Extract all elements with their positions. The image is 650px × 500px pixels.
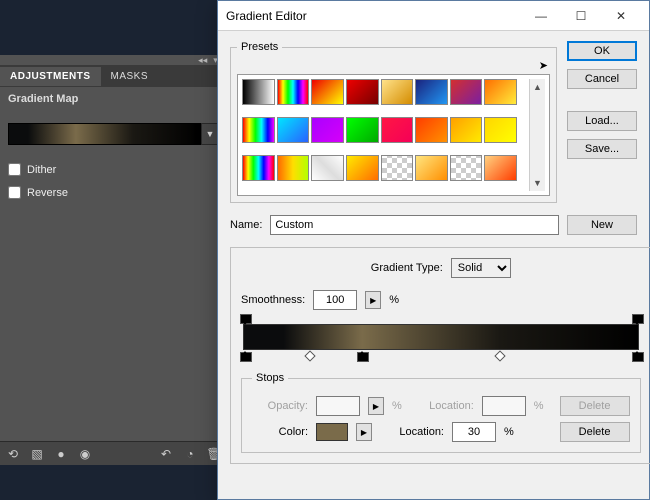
reset-icon[interactable]: ↶ xyxy=(159,447,173,461)
presets-fieldset: Presets ➤ ▲ ▼ xyxy=(230,41,557,203)
color-stop[interactable] xyxy=(239,352,251,362)
tab-masks[interactable]: MASKS xyxy=(101,67,159,86)
dither-checkbox[interactable]: Dither xyxy=(8,163,219,176)
preset-thumbnail[interactable] xyxy=(415,117,448,143)
delete-opacity-stop-button: Delete xyxy=(560,396,630,416)
save-button[interactable]: Save... xyxy=(567,139,637,159)
presets-legend: Presets xyxy=(237,41,282,53)
dither-label: Dither xyxy=(27,164,56,176)
preset-thumbnail[interactable] xyxy=(346,79,379,105)
gradient-editor-dialog: Gradient Editor — ☐ ✕ Presets ➤ ▲ ▼ OK xyxy=(217,0,650,500)
panel-menubar: ◂◂ ▾≡ xyxy=(0,55,227,65)
clip-icon[interactable]: ◔ xyxy=(183,447,197,461)
visibility-icon[interactable]: ◉ xyxy=(78,447,92,461)
percent-unit: % xyxy=(392,400,402,412)
preset-thumbnail[interactable] xyxy=(484,155,517,181)
preset-thumbnail[interactable] xyxy=(381,155,414,181)
dither-input[interactable] xyxy=(8,163,21,176)
gradient-type-fieldset: Gradient Type: Solid Smoothness: ▶ % xyxy=(230,247,650,464)
percent-unit: % xyxy=(389,294,399,306)
preset-thumbnail[interactable] xyxy=(311,117,344,143)
color-stop[interactable] xyxy=(631,352,643,362)
minimize-button[interactable]: — xyxy=(521,2,561,30)
presets-grid: ▲ ▼ xyxy=(237,74,550,196)
smoothness-label: Smoothness: xyxy=(241,294,305,306)
adjustment-title: Gradient Map xyxy=(8,93,219,105)
color-swatch[interactable] xyxy=(316,423,348,441)
preset-thumbnail[interactable] xyxy=(277,117,310,143)
scroll-up-icon[interactable]: ▲ xyxy=(530,79,545,95)
tab-adjustments[interactable]: ADJUSTMENTS xyxy=(0,67,101,86)
preset-thumbnail[interactable] xyxy=(311,79,344,105)
preset-thumbnail[interactable] xyxy=(484,117,517,143)
opacity-label: Opacity: xyxy=(252,400,308,412)
reverse-checkbox[interactable]: Reverse xyxy=(8,186,219,199)
color-location-label: Location: xyxy=(380,426,444,438)
preset-thumbnail[interactable] xyxy=(450,155,483,181)
preset-thumbnail[interactable] xyxy=(450,79,483,105)
opacity-location-input xyxy=(482,396,526,416)
preset-thumbnail[interactable] xyxy=(381,117,414,143)
gradient-type-label: Gradient Type: xyxy=(371,262,443,274)
color-flyout-icon[interactable]: ▶ xyxy=(356,423,372,441)
gradient-map-dropdown[interactable]: ▼ xyxy=(8,123,219,145)
scroll-down-icon[interactable]: ▼ xyxy=(530,175,545,191)
preset-thumbnail[interactable] xyxy=(484,79,517,105)
presets-flyout-icon[interactable]: ➤ xyxy=(539,59,548,72)
return-icon[interactable]: ⟲ xyxy=(6,447,20,461)
opacity-stop[interactable] xyxy=(631,314,643,324)
name-input[interactable] xyxy=(270,215,559,235)
smoothness-input[interactable] xyxy=(313,290,357,310)
percent-unit: % xyxy=(504,426,514,438)
view-icon[interactable]: ● xyxy=(54,447,68,461)
dialog-title: Gradient Editor xyxy=(226,9,521,23)
smoothness-flyout-icon[interactable]: ▶ xyxy=(365,291,381,309)
preset-thumbnail[interactable] xyxy=(415,155,448,181)
preset-thumbnail[interactable] xyxy=(346,117,379,143)
preset-thumbnail[interactable] xyxy=(277,155,310,181)
preset-thumbnail[interactable] xyxy=(242,79,275,105)
opacity-stop[interactable] xyxy=(239,314,251,324)
preset-thumbnail[interactable] xyxy=(242,117,275,143)
preset-thumbnail[interactable] xyxy=(415,79,448,105)
stops-fieldset: Stops Opacity: ▶ % Location: % Delete Co… xyxy=(241,372,641,453)
preset-thumbnail[interactable] xyxy=(242,155,275,181)
delete-color-stop-button[interactable]: Delete xyxy=(560,422,630,442)
gradient-type-select[interactable]: Solid xyxy=(451,258,511,278)
collapse-icon[interactable]: ◂◂ xyxy=(198,55,207,66)
panel-tabs: ADJUSTMENTS MASKS xyxy=(0,65,227,87)
load-button[interactable]: Load... xyxy=(567,111,637,131)
midpoint-handle[interactable] xyxy=(494,350,505,361)
reverse-label: Reverse xyxy=(27,187,68,199)
preset-thumbnail[interactable] xyxy=(311,155,344,181)
ok-button[interactable]: OK xyxy=(567,41,637,61)
reverse-input[interactable] xyxy=(8,186,21,199)
gradient-bar[interactable] xyxy=(243,324,639,350)
new-button[interactable]: New xyxy=(567,215,637,235)
opacity-input xyxy=(316,396,360,416)
cancel-button[interactable]: Cancel xyxy=(567,69,637,89)
stops-legend: Stops xyxy=(252,372,288,384)
close-button[interactable]: ✕ xyxy=(601,2,641,30)
presets-scrollbar[interactable]: ▲ ▼ xyxy=(529,79,545,191)
opacity-location-label: Location: xyxy=(410,400,474,412)
gradient-preview[interactable] xyxy=(8,123,201,145)
midpoint-handle[interactable] xyxy=(305,350,316,361)
name-label: Name: xyxy=(230,219,262,231)
new-layer-icon[interactable]: ▧ xyxy=(30,447,44,461)
color-label: Color: xyxy=(252,426,308,438)
preset-thumbnail[interactable] xyxy=(381,79,414,105)
dialog-titlebar[interactable]: Gradient Editor — ☐ ✕ xyxy=(218,1,649,31)
panel-footer: ⟲ ▧ ● ◉ ↶ ◔ 🗑 xyxy=(0,441,227,465)
preset-thumbnail[interactable] xyxy=(277,79,310,105)
color-stop[interactable] xyxy=(356,352,368,362)
opacity-flyout-icon: ▶ xyxy=(368,397,384,415)
color-location-input[interactable] xyxy=(452,422,496,442)
percent-unit: % xyxy=(534,400,544,412)
dialog-side-buttons: OK Cancel Load... Save... xyxy=(567,41,637,203)
adjustments-panel: ◂◂ ▾≡ ADJUSTMENTS MASKS Gradient Map ▼ D… xyxy=(0,55,227,465)
preset-thumbnail[interactable] xyxy=(346,155,379,181)
maximize-button[interactable]: ☐ xyxy=(561,2,601,30)
preset-thumbnail[interactable] xyxy=(450,117,483,143)
